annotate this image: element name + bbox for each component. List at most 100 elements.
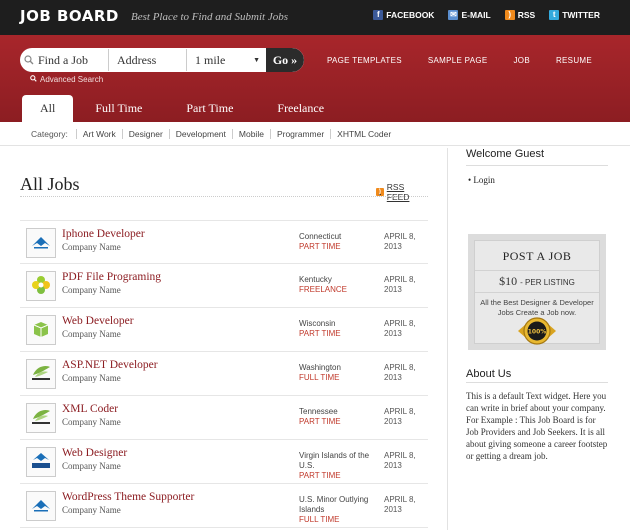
rss-feed-link[interactable]: ) RSS FEED: [376, 182, 428, 202]
job-type-label[interactable]: PART TIME: [299, 329, 379, 339]
company-logo-icon: [30, 497, 52, 516]
rss-feed-label: RSS FEED: [386, 182, 410, 202]
top-nav: PAGE TEMPLATES SAMPLE PAGE JOB RESUME: [327, 56, 592, 65]
job-type-label[interactable]: FULL TIME: [299, 373, 379, 383]
company-logo[interactable]: [26, 228, 56, 258]
job-date-day: APRIL 8,: [384, 451, 416, 460]
job-location: Virgin Islands of the U.S. PART TIME: [299, 451, 379, 481]
category-label: Category:: [31, 128, 68, 139]
top-bar: JOB BOARD Best Place to Find and Submit …: [0, 0, 630, 35]
job-title-link[interactable]: Iphone Developer: [62, 228, 145, 240]
category-mobile[interactable]: Mobile: [231, 128, 270, 139]
job-location: Kentucky FREELANCE: [299, 275, 379, 295]
company-logo-icon: [29, 407, 53, 430]
location-text: Kentucky: [299, 275, 332, 284]
job-date: APRIL 8, 2013: [384, 232, 428, 252]
job-row[interactable]: WordPress Theme Supporter Company Name U.S…: [20, 484, 428, 528]
tab-freelance[interactable]: Freelance: [255, 95, 346, 122]
company-logo-icon: [30, 234, 52, 253]
job-list: Iphone Developer Company Name Connecticut P…: [20, 220, 428, 528]
job-date-day: APRIL 8,: [384, 363, 416, 372]
job-title-link[interactable]: PDF File Programing: [62, 271, 161, 283]
company-logo[interactable]: [26, 271, 56, 301]
search-bar: 1 mile ▼ Go »: [20, 48, 304, 72]
job-row[interactable]: Web Developer Company Name Wisconsin PART T…: [20, 308, 428, 352]
nav-sample-page[interactable]: SAMPLE PAGE: [428, 56, 488, 65]
category-development[interactable]: Development: [168, 128, 232, 139]
rss-icon: ): [376, 188, 384, 196]
company-logo[interactable]: [26, 447, 56, 477]
job-title-link[interactable]: WordPress Theme Supporter: [62, 491, 194, 503]
welcome-heading: Welcome Guest: [466, 148, 545, 160]
nav-resume[interactable]: RESUME: [556, 56, 592, 65]
tab-all[interactable]: All: [22, 95, 74, 122]
job-row[interactable]: Web Designer Company Name Virgin Islands o…: [20, 440, 428, 484]
job-row[interactable]: XML Coder Company Name Tennessee PART TIME A…: [20, 396, 428, 440]
company-logo[interactable]: [26, 315, 56, 345]
job-title-link[interactable]: ASP.NET Developer: [62, 359, 158, 371]
go-button[interactable]: Go »: [266, 48, 304, 72]
guarantee-badge-icon: 100%: [516, 316, 558, 349]
sidebar: Welcome Guest • Login POST A JOB $10- PE…: [466, 148, 608, 461]
page-title: All Jobs: [20, 174, 80, 194]
radius-select[interactable]: 1 mile ▼: [186, 49, 266, 71]
social-facebook[interactable]: f FACEBOOK: [373, 10, 434, 20]
job-type-label[interactable]: FREELANCE: [299, 285, 379, 295]
job-row[interactable]: ASP.NET Developer Company Name Washington F…: [20, 352, 428, 396]
keyword-input[interactable]: [38, 49, 108, 71]
advanced-search-link[interactable]: Advanced Search: [30, 75, 103, 84]
company-logo[interactable]: [26, 491, 56, 521]
company-logo[interactable]: [26, 359, 56, 389]
company-name: Company Name: [62, 373, 121, 383]
social-rss[interactable]: ) RSS: [504, 10, 536, 20]
job-row[interactable]: PDF File Programing Company Name Kentucky F…: [20, 264, 428, 308]
about-text: This is a default Text widget. Here you …: [466, 391, 608, 461]
job-type-label[interactable]: PART TIME: [299, 417, 379, 427]
job-date-day: APRIL 8,: [384, 275, 416, 284]
facebook-icon: f: [373, 10, 384, 20]
tab-full-time[interactable]: Full Time: [73, 95, 164, 122]
job-date-year: 2013: [384, 505, 402, 514]
social-facebook-label: FACEBOOK: [386, 10, 435, 20]
social-twitter[interactable]: t TWITTER: [549, 10, 600, 20]
post-job-price: $10- PER LISTING: [475, 270, 599, 293]
address-input[interactable]: [108, 49, 186, 71]
job-date: APRIL 8, 2013: [384, 451, 428, 471]
nav-job[interactable]: JOB: [514, 56, 530, 65]
social-email[interactable]: ✉ E-MAIL: [448, 10, 491, 20]
search-header: 1 mile ▼ Go » Advanced Search PAGE TEMPL…: [0, 35, 630, 122]
login-link[interactable]: • Login: [468, 175, 608, 185]
job-type-label[interactable]: PART TIME: [299, 242, 379, 252]
company-logo[interactable]: [26, 403, 56, 433]
job-date-year: 2013: [384, 461, 402, 470]
job-date-day: APRIL 8,: [384, 407, 416, 416]
site-logo[interactable]: JOB BOARD: [20, 7, 119, 25]
location-text: Virgin Islands of the U.S.: [299, 451, 370, 470]
company-name: Company Name: [62, 285, 121, 295]
job-row[interactable]: Iphone Developer Company Name Connecticut P…: [20, 220, 428, 264]
job-type-label[interactable]: PART TIME: [299, 471, 379, 481]
company-logo-icon: [29, 363, 53, 386]
job-date-year: 2013: [384, 373, 402, 382]
social-rss-label: RSS: [517, 10, 536, 20]
welcome-divider: [466, 165, 608, 166]
nav-page-templates[interactable]: PAGE TEMPLATES: [327, 56, 402, 65]
category-designer[interactable]: Designer: [121, 128, 169, 139]
category-xhtml-coder[interactable]: XHTML Coder: [330, 128, 397, 139]
job-title-link[interactable]: XML Coder: [62, 403, 118, 415]
category-art-work[interactable]: Art Work: [75, 128, 122, 139]
job-type-label[interactable]: FULL TIME: [299, 515, 379, 525]
badge-label: 100%: [528, 329, 547, 336]
company-logo-icon: [29, 450, 53, 475]
tab-part-time[interactable]: Part Time: [164, 95, 255, 122]
job-title-link[interactable]: Web Developer: [62, 315, 134, 327]
category-programmer[interactable]: Programmer: [269, 128, 330, 139]
location-text: Tennessee: [299, 407, 338, 416]
category-bar: Category: Art Work Designer Development …: [0, 122, 630, 146]
company-name: Company Name: [62, 242, 121, 252]
login-label: Login: [473, 175, 495, 185]
advanced-search-label: Advanced Search: [40, 75, 104, 84]
job-date-year: 2013: [384, 329, 402, 338]
post-job-box[interactable]: POST A JOB $10- PER LISTING All the Best…: [468, 234, 606, 350]
job-title-link[interactable]: Web Designer: [62, 447, 127, 459]
